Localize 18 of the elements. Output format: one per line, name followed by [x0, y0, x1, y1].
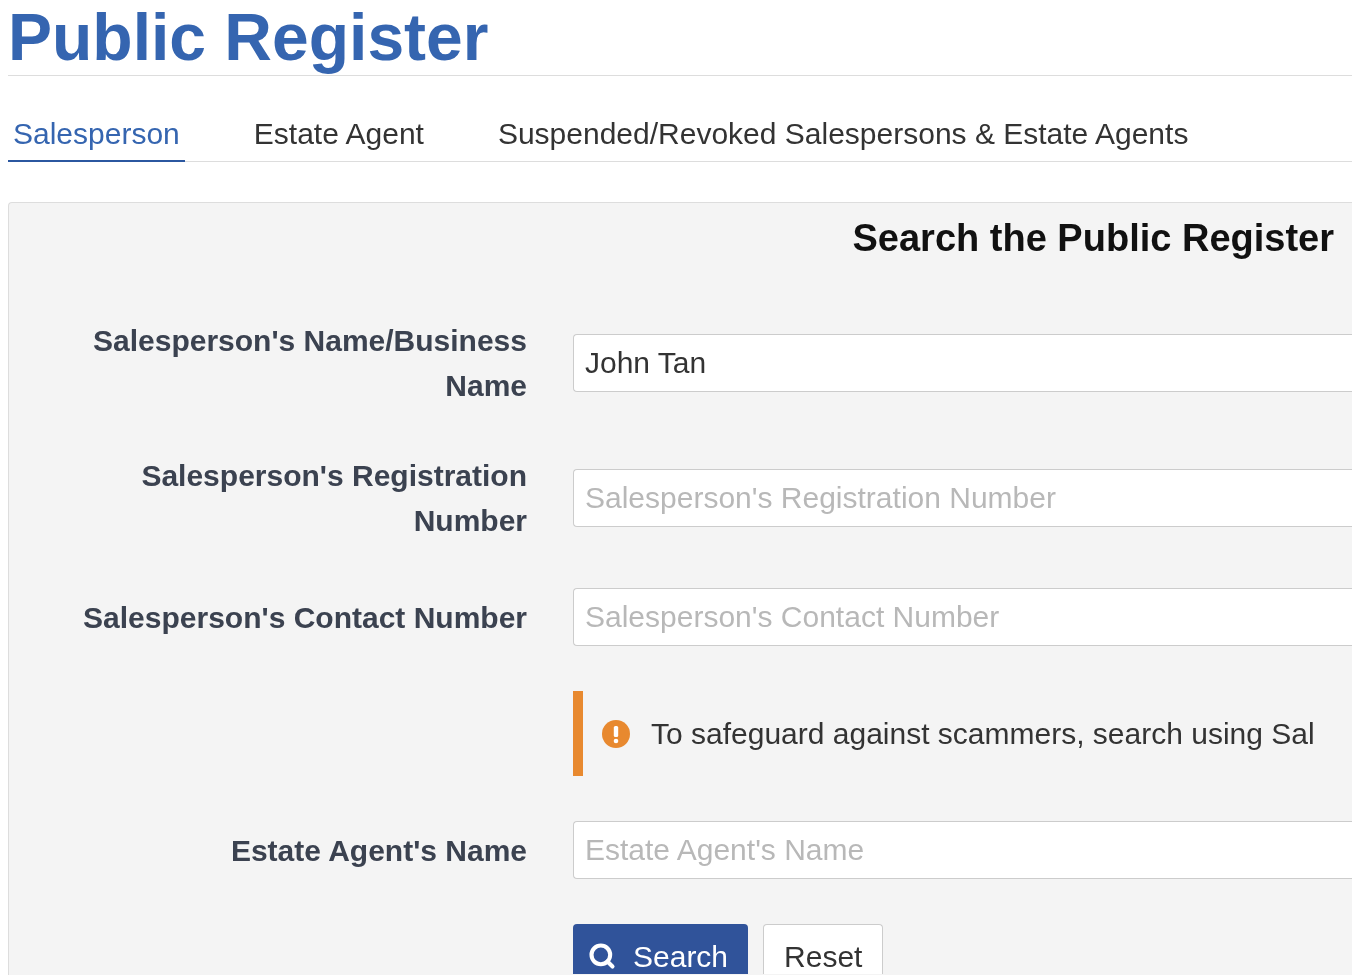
page-title: Public Register	[8, 2, 489, 72]
warning-text: To safeguard against scammers, search using Sal	[651, 716, 1315, 752]
tab[interactable]: Estate Agent	[248, 108, 429, 162]
search-icon	[588, 942, 616, 970]
search-button[interactable]: Search	[573, 924, 749, 974]
tab[interactable]: Salesperson	[8, 108, 185, 162]
input-field[interactable]: Estate Agent's Name	[573, 821, 1352, 879]
exclamation-icon	[602, 719, 630, 748]
panel-heading: Search the Public Register	[852, 216, 1334, 261]
reset-button[interactable]: Reset	[763, 924, 884, 974]
field-label: Estate Agent's Name	[229, 832, 527, 869]
field-label: Salesperson's Name/Business Name	[92, 323, 527, 404]
field-label: Salesperson's Contact Number	[82, 599, 527, 636]
tab[interactable]: Suspended/Revoked Salespersons & Estate Agents	[492, 108, 1194, 162]
input-field[interactable]: Salesperson's Registration Number	[573, 469, 1352, 527]
input-field[interactable]: John Tan	[573, 334, 1352, 392]
input-field[interactable]: Salesperson's Contact Number	[573, 588, 1352, 646]
field-label: Salesperson's Registration Number	[140, 458, 527, 539]
